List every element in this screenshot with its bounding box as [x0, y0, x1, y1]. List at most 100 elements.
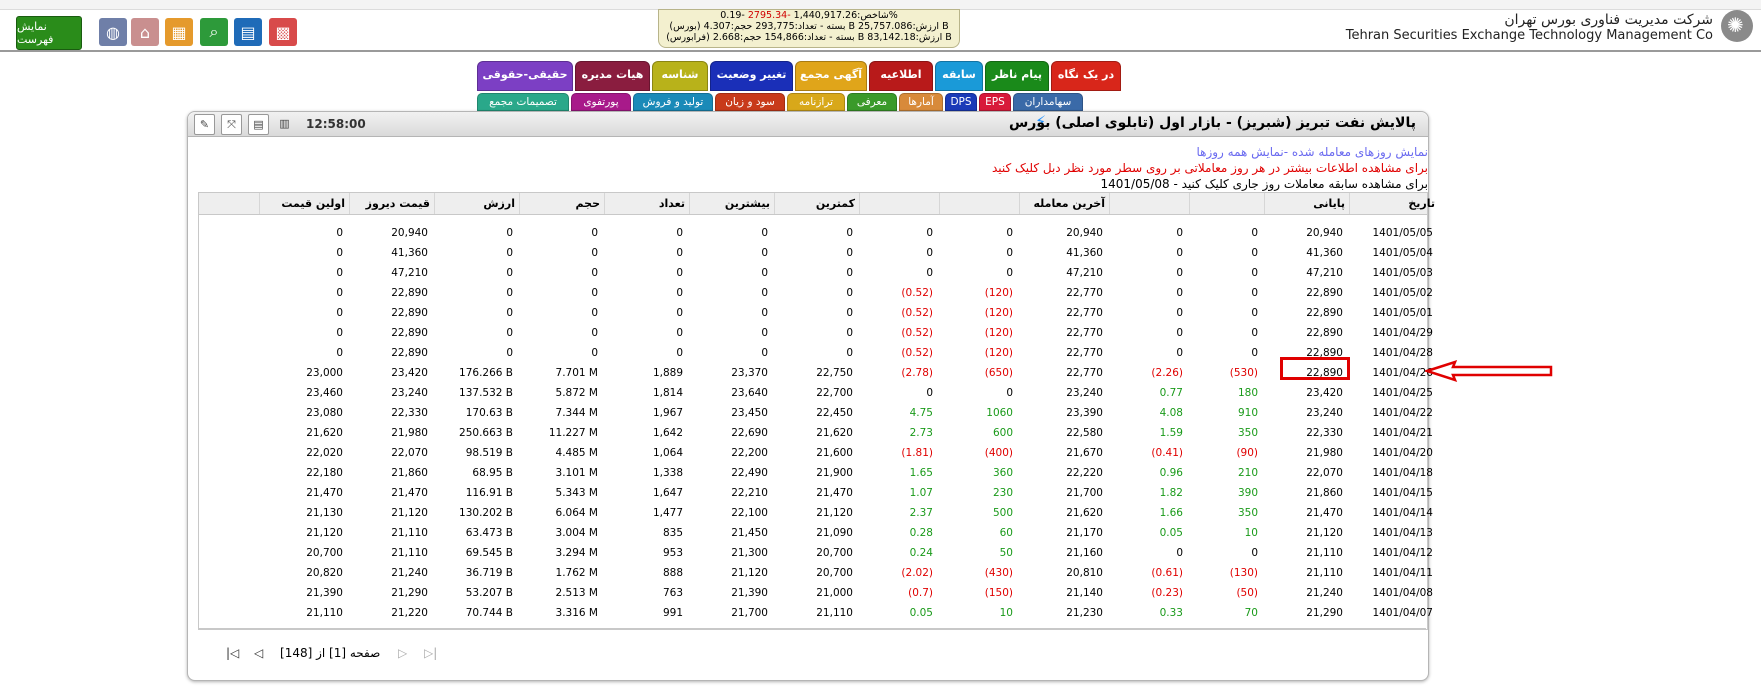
cell-close: 41,360 — [1306, 247, 1343, 259]
column-header-volume[interactable]: حجم — [519, 193, 604, 214]
column-header-last-trade[interactable]: آخرین معامله — [1019, 193, 1109, 214]
cell-volume: 0 — [591, 347, 598, 359]
cell-low: 21,600 — [816, 447, 853, 459]
tab-balance-sheet[interactable]: ترازنامه — [787, 93, 845, 111]
cell-close-change: 0 — [1251, 287, 1258, 299]
cell-close-change: 180 — [1237, 387, 1258, 399]
table-row[interactable]: 1401/05/01 22,890 0 0 22,770 (120) (0.52) 0 0 0 0 0… — [199, 303, 1433, 323]
cell-value: 170.63 B — [465, 407, 513, 419]
column-header-high[interactable]: بیشترین — [689, 193, 774, 214]
cell-high: 22,490 — [731, 467, 768, 479]
column-header-first-price[interactable]: اولین قیمت — [259, 193, 349, 214]
table-row[interactable]: 1401/04/12 21,110 0 0 21,160 50 0.24 20,700 21,3… — [199, 543, 1433, 563]
table-header: تاریخ پایانی آخرین معامله کمترین بیشترین تعدا… — [199, 193, 1435, 215]
last-page-button[interactable]: ▷| — [424, 646, 437, 660]
tab-supervisor-message[interactable]: پیام ناظر — [985, 61, 1049, 91]
search-icon[interactable]: ⌕ — [200, 18, 228, 46]
tab-status-change[interactable]: تغییر وضعیت — [710, 61, 793, 91]
tab-dps[interactable]: DPS — [945, 93, 977, 111]
cell-volume: 3.101 M — [555, 467, 598, 479]
column-header-last-percent[interactable] — [859, 193, 939, 214]
table-row[interactable]: 1401/04/25 23,420 180 0.77 23,240 0 0 22,700 23,… — [199, 383, 1433, 403]
current-day-history-link[interactable]: 1401/05/08 - برای مشاهده سابقه معاملات ر… — [1101, 177, 1428, 191]
table-row[interactable]: 1401/04/07 21,290 70 0.33 21,230 10 0.05 21,110… — [199, 603, 1433, 623]
column-header-value[interactable]: ارزش — [434, 193, 519, 214]
tab-announcements[interactable]: اطلاعیه — [869, 61, 933, 91]
book-icon[interactable]: ▤ — [234, 18, 262, 46]
table-row[interactable]: 1401/04/14 21,470 350 1.66 21,620 500 2.37 21,1… — [199, 503, 1433, 523]
column-header-count[interactable]: تعداد — [604, 193, 689, 214]
cell-high: 0 — [761, 247, 768, 259]
cell-value: 0 — [506, 247, 513, 259]
tab-identity[interactable]: شناسه — [652, 61, 708, 91]
calculator-icon[interactable]: ▤ — [248, 114, 269, 135]
column-header-close-change[interactable] — [1189, 193, 1264, 214]
table-row[interactable]: 1401/04/13 21,120 10 0.05 21,170 60 0.28 21,090… — [199, 523, 1433, 543]
column-header-close-percent[interactable] — [1109, 193, 1189, 214]
tab-shareholders[interactable]: سهامداران — [1013, 93, 1083, 111]
tab-profit-loss[interactable]: سود و زیان — [715, 93, 785, 111]
table-row[interactable]: 1401/04/29 22,890 0 0 22,770 (120) (0.52) 0 0 0 0 0… — [199, 323, 1433, 343]
table-row[interactable]: 1401/04/18 22,070 210 0.96 22,220 360 1.65 21,9… — [199, 463, 1433, 483]
top-header: نمایش فهرست ◍ ⌂ ▦ ⌕ ▤ ▩ شاخص:1,440,917.2… — [0, 0, 1761, 52]
globe-icon[interactable]: ◍ — [99, 18, 127, 46]
tab-real-legal[interactable]: حقیقی-حقوقی — [477, 61, 573, 91]
table-row[interactable]: 1401/05/04 41,360 0 0 41,360 0 0 0 0 0 0 0 41,360 0 — [199, 243, 1433, 263]
first-page-button[interactable]: |◁ — [226, 646, 239, 660]
tab-statistics[interactable]: آمارها — [899, 93, 943, 111]
table-row[interactable]: 1401/05/05 20,940 0 0 20,940 0 0 0 0 0 0 0 20,940 0 — [199, 223, 1433, 243]
table-row[interactable]: 1401/04/22 23,240 910 4.08 23,390 1060 4.75 22,… — [199, 403, 1433, 423]
table-row[interactable]: 1401/04/26 22,890 (530) (2.26) 22,770 (650) (2… — [199, 363, 1433, 383]
table-row[interactable]: 1401/04/15 21,860 390 1.82 21,700 230 1.07 21,4… — [199, 483, 1433, 503]
chart-link-icon[interactable]: ⤧ — [221, 114, 242, 135]
table-row[interactable]: 1401/04/08 21,240 (50) (0.23) 21,140 (150) (0.… — [199, 583, 1433, 603]
column-header-last-change[interactable] — [939, 193, 1019, 214]
bar-chart-icon[interactable]: ▥ — [275, 114, 294, 133]
cell-close-percent: 0 — [1176, 267, 1183, 279]
prev-page-button[interactable]: ◁ — [254, 646, 263, 660]
table-row[interactable]: 1401/04/28 22,890 0 0 22,770 (120) (0.52) 0 0 0 0 0… — [199, 343, 1433, 363]
column-header-prev-close[interactable]: قیمت دیروز — [349, 193, 434, 214]
column-header-low[interactable]: کمترین — [774, 193, 859, 214]
tab-production-sales[interactable]: تولید و فروش — [633, 93, 713, 111]
tab-portfolio[interactable]: پورتفوی — [571, 93, 631, 111]
ticker-farabourse-line: (فرابورس) بسته - تعداد:154,866 حجم:2.668… — [666, 32, 952, 43]
cell-close-change: 390 — [1237, 487, 1258, 499]
cell-last-percent: (0.52) — [901, 287, 933, 299]
home-icon[interactable]: ⌂ — [131, 18, 159, 46]
tab-introduction[interactable]: معرفی — [847, 93, 897, 111]
table-row[interactable]: 1401/04/11 21,110 (130) (0.61) 20,810 (430) (2… — [199, 563, 1433, 583]
table-icon[interactable]: ▦ — [165, 18, 193, 46]
column-header-close[interactable]: پایانی — [1264, 193, 1349, 214]
cell-high: 23,370 — [731, 367, 768, 379]
table-row[interactable]: 1401/04/21 22,330 350 1.59 22,580 600 2.73 21,6… — [199, 423, 1433, 443]
cell-date: 1401/04/07 — [1372, 607, 1433, 619]
show-list-button[interactable]: نمایش فهرست — [16, 16, 82, 50]
grid-icon[interactable]: ▩ — [269, 18, 297, 46]
tab-eps[interactable]: EPS — [979, 93, 1011, 111]
cell-close-percent: 0 — [1176, 247, 1183, 259]
cell-close-percent: 0.33 — [1159, 607, 1183, 619]
tab-meeting-decisions[interactable]: تصمیمات مجمع — [477, 93, 569, 111]
cell-last-percent: (2.78) — [901, 367, 933, 379]
tab-at-a-glance[interactable]: در یک نگاه — [1051, 61, 1121, 91]
tab-board[interactable]: هیات مدیره — [575, 61, 650, 91]
cell-volume: 5.343 M — [555, 487, 598, 499]
cell-last-trade: 21,140 — [1066, 587, 1103, 599]
cell-close-change: 0 — [1251, 327, 1258, 339]
cell-close-change: 10 — [1244, 527, 1258, 539]
cell-last-percent: (0.52) — [901, 347, 933, 359]
tab-meeting-notice[interactable]: آگهی مجمع — [795, 61, 867, 91]
table-row[interactable]: 1401/05/03 47,210 0 0 47,210 0 0 0 0 0 0 0 47,210 0 — [199, 263, 1433, 283]
cell-date: 1401/04/22 — [1372, 407, 1433, 419]
table-row[interactable]: 1401/04/20 21,980 (90) (0.41) 21,670 (400) (1.… — [199, 443, 1433, 463]
table-row[interactable]: 1401/05/02 22,890 0 0 22,770 (120) (0.52) 0 0 0 0 0… — [199, 283, 1433, 303]
show-days-link[interactable]: نمایش روزهای معامله شده -نمایش همه روزها — [1196, 145, 1428, 159]
document-icon[interactable]: ✎ — [194, 114, 215, 135]
cell-close-percent: 0 — [1176, 287, 1183, 299]
tab-history[interactable]: سابقه — [935, 61, 983, 91]
cell-count: 1,642 — [652, 427, 683, 439]
column-header-date[interactable]: تاریخ — [1349, 193, 1439, 214]
cell-volume: 6.064 M — [555, 507, 598, 519]
next-page-button[interactable]: ▷ — [398, 646, 407, 660]
